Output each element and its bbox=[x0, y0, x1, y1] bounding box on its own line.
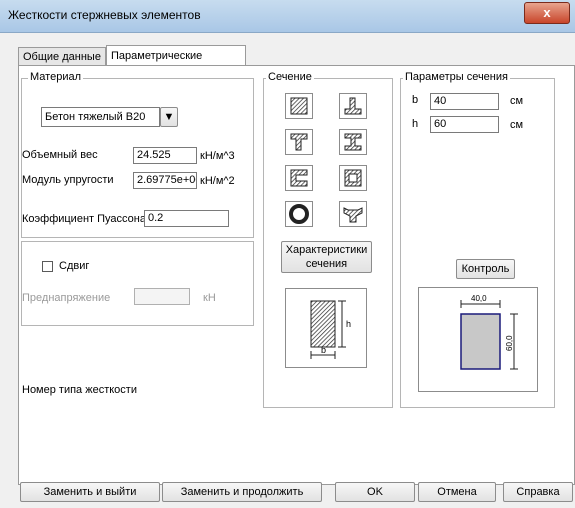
t-beam-section-button[interactable] bbox=[285, 129, 313, 155]
tee-section-icon bbox=[344, 97, 362, 115]
material-select[interactable]: Бетон тяжелый В20 bbox=[41, 107, 160, 127]
i-beam-section-button[interactable] bbox=[339, 129, 367, 155]
tee-section-button[interactable] bbox=[339, 93, 367, 119]
prestress-label: Преднапряжение bbox=[22, 292, 111, 304]
b-param-input[interactable]: 40 bbox=[430, 93, 499, 110]
density-unit: кН/м^3 bbox=[200, 150, 235, 162]
window-title: Жесткости стержневых элементов bbox=[8, 8, 201, 22]
cross-section-button[interactable] bbox=[339, 201, 367, 227]
density-input[interactable]: 24.525 bbox=[133, 147, 197, 164]
ok-button[interactable]: OK bbox=[335, 482, 415, 502]
density-label: Объемный вес bbox=[22, 149, 98, 161]
params-preview: 40,0 60,0 bbox=[418, 287, 538, 392]
b-param-unit: см bbox=[510, 95, 524, 107]
section-characteristics-button[interactable]: Характеристики сечения bbox=[281, 241, 372, 273]
help-button[interactable]: Справка bbox=[503, 482, 573, 502]
material-dropdown-button[interactable]: ▼ bbox=[160, 107, 178, 127]
preview-height-label: 60,0 bbox=[505, 335, 514, 351]
params-legend: Параметры сечения bbox=[403, 71, 510, 83]
chevron-down-icon: ▼ bbox=[163, 111, 175, 123]
section-characteristics-line2: сечения bbox=[305, 258, 348, 270]
h-param-label: h bbox=[412, 118, 419, 130]
poisson-input[interactable]: 0.2 bbox=[144, 210, 229, 227]
replace-and-exit-button[interactable]: Заменить и выйти bbox=[20, 482, 160, 502]
dimension-sketch-icon: 40,0 60,0 bbox=[460, 294, 518, 370]
h-param-input[interactable]: 60 bbox=[430, 116, 499, 133]
replace-and-continue-button[interactable]: Заменить и продолжить bbox=[162, 482, 322, 502]
h-param-unit: см bbox=[510, 119, 524, 131]
ring-section-button[interactable] bbox=[285, 201, 313, 227]
title-bar[interactable]: Жесткости стержневых элементов x bbox=[0, 0, 575, 33]
stiffness-type-label: Номер типа жесткости bbox=[22, 384, 137, 396]
b-param-label: b bbox=[412, 94, 419, 106]
i-beam-section-icon bbox=[344, 133, 362, 151]
cross-section-icon bbox=[343, 207, 363, 223]
modulus-unit: кН/м^2 bbox=[200, 175, 235, 187]
tab-parametric-sections[interactable]: Параметрические сечения bbox=[106, 45, 246, 82]
section-legend: Сечение bbox=[266, 71, 314, 83]
tab-panel: Материал Бетон тяжелый В20 ▼ Объемный ве… bbox=[18, 65, 575, 485]
material-legend: Материал bbox=[28, 71, 83, 83]
close-button[interactable]: x bbox=[524, 2, 570, 24]
channel-section-button[interactable] bbox=[285, 165, 313, 191]
modulus-input[interactable]: 2.69775e+007 bbox=[133, 172, 197, 189]
preview-width-label: 40,0 bbox=[471, 294, 487, 303]
shear-label: Сдвиг bbox=[59, 260, 90, 272]
channel-section-icon bbox=[290, 169, 308, 187]
prestress-unit: кН bbox=[203, 292, 216, 304]
poisson-label: Коэффициент Пуассона bbox=[22, 213, 146, 225]
shear-group bbox=[21, 241, 254, 326]
dialog-window: Жесткости стержневых элементов x Общие д… bbox=[0, 0, 575, 508]
material-select-value: Бетон тяжелый В20 bbox=[45, 111, 146, 123]
shear-checkbox[interactable] bbox=[42, 261, 53, 272]
ring-section-icon bbox=[289, 204, 309, 224]
modulus-label: Модуль упругости bbox=[22, 174, 114, 186]
preview-h-label: h bbox=[346, 319, 351, 329]
prestress-input[interactable] bbox=[134, 288, 190, 305]
t-beam-section-icon bbox=[290, 133, 308, 151]
control-button[interactable]: Контроль bbox=[456, 259, 515, 279]
section-preview: h b bbox=[285, 288, 367, 368]
rectangle-section-icon bbox=[290, 97, 308, 115]
section-sketch-icon: h b bbox=[310, 300, 351, 359]
tab-general-data[interactable]: Общие данные bbox=[18, 47, 106, 65]
section-characteristics-line1: Характеристики bbox=[285, 244, 368, 256]
box-section-button[interactable] bbox=[339, 165, 367, 191]
box-section-icon bbox=[344, 169, 362, 187]
rectangle-section-button[interactable] bbox=[285, 93, 313, 119]
preview-b-label: b bbox=[321, 345, 326, 355]
cancel-button[interactable]: Отмена bbox=[418, 482, 496, 502]
